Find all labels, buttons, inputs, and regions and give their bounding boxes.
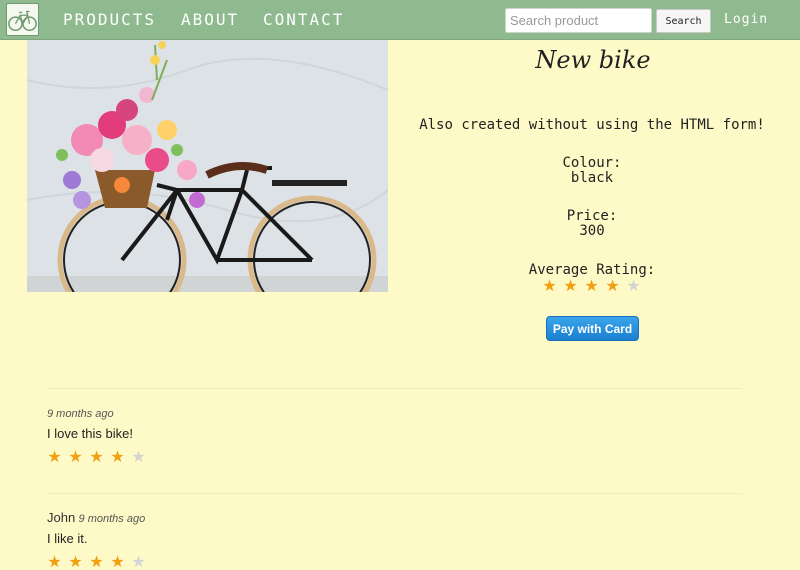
review-author: John bbox=[47, 510, 76, 525]
star-icon: ★ bbox=[626, 276, 641, 295]
nav-link-about[interactable]: ABOUT bbox=[181, 10, 239, 29]
star-icon: ★ bbox=[605, 276, 620, 295]
product-description: Also created without using the HTML form… bbox=[419, 117, 765, 133]
colour-label: Colour: bbox=[562, 155, 622, 171]
star-icon: ★ bbox=[68, 552, 83, 570]
star-icon: ★ bbox=[542, 276, 557, 295]
star-icon: ★ bbox=[131, 447, 146, 466]
star-icon: ★ bbox=[131, 552, 146, 570]
review-meta: 9 months ago bbox=[47, 405, 114, 420]
review-meta: John 9 months ago bbox=[47, 510, 145, 525]
divider bbox=[47, 493, 742, 494]
star-icon: ★ bbox=[110, 447, 125, 466]
price-label: Price: bbox=[566, 208, 618, 224]
review-rating-stars: ★ ★ ★ ★ ★ bbox=[46, 552, 147, 570]
review-text: I like it. bbox=[47, 531, 88, 546]
search-button[interactable]: Search bbox=[656, 9, 711, 33]
review-rating-stars: ★ ★ ★ ★ ★ bbox=[46, 447, 147, 466]
nav-link-products[interactable]: PRODUCTS bbox=[63, 10, 156, 29]
star-icon: ★ bbox=[89, 552, 104, 570]
average-rating-stars: ★ ★ ★ ★ ★ bbox=[541, 276, 642, 295]
star-icon: ★ bbox=[563, 276, 578, 295]
pay-with-card-button[interactable]: Pay with Card bbox=[546, 316, 639, 341]
nav-link-contact[interactable]: CONTACT bbox=[263, 10, 344, 29]
star-icon: ★ bbox=[47, 447, 62, 466]
price-value: 300 bbox=[579, 223, 605, 239]
star-icon: ★ bbox=[68, 447, 83, 466]
product-title: New bike bbox=[535, 46, 651, 74]
star-icon: ★ bbox=[89, 447, 104, 466]
star-icon: ★ bbox=[110, 552, 125, 570]
divider bbox=[47, 388, 742, 389]
login-link[interactable]: Login bbox=[724, 12, 768, 27]
colour-value: black bbox=[570, 170, 614, 186]
star-icon: ★ bbox=[47, 552, 62, 570]
bicycle-logo-icon[interactable] bbox=[6, 3, 39, 36]
star-icon: ★ bbox=[584, 276, 599, 295]
search-input[interactable] bbox=[505, 8, 652, 33]
product-image bbox=[27, 40, 388, 292]
review-timestamp: 9 months ago bbox=[78, 513, 146, 525]
review-timestamp: 9 months ago bbox=[47, 408, 114, 420]
navbar: PRODUCTS ABOUT CONTACT Search Login bbox=[0, 0, 800, 40]
review-text: I love this bike! bbox=[47, 426, 133, 441]
